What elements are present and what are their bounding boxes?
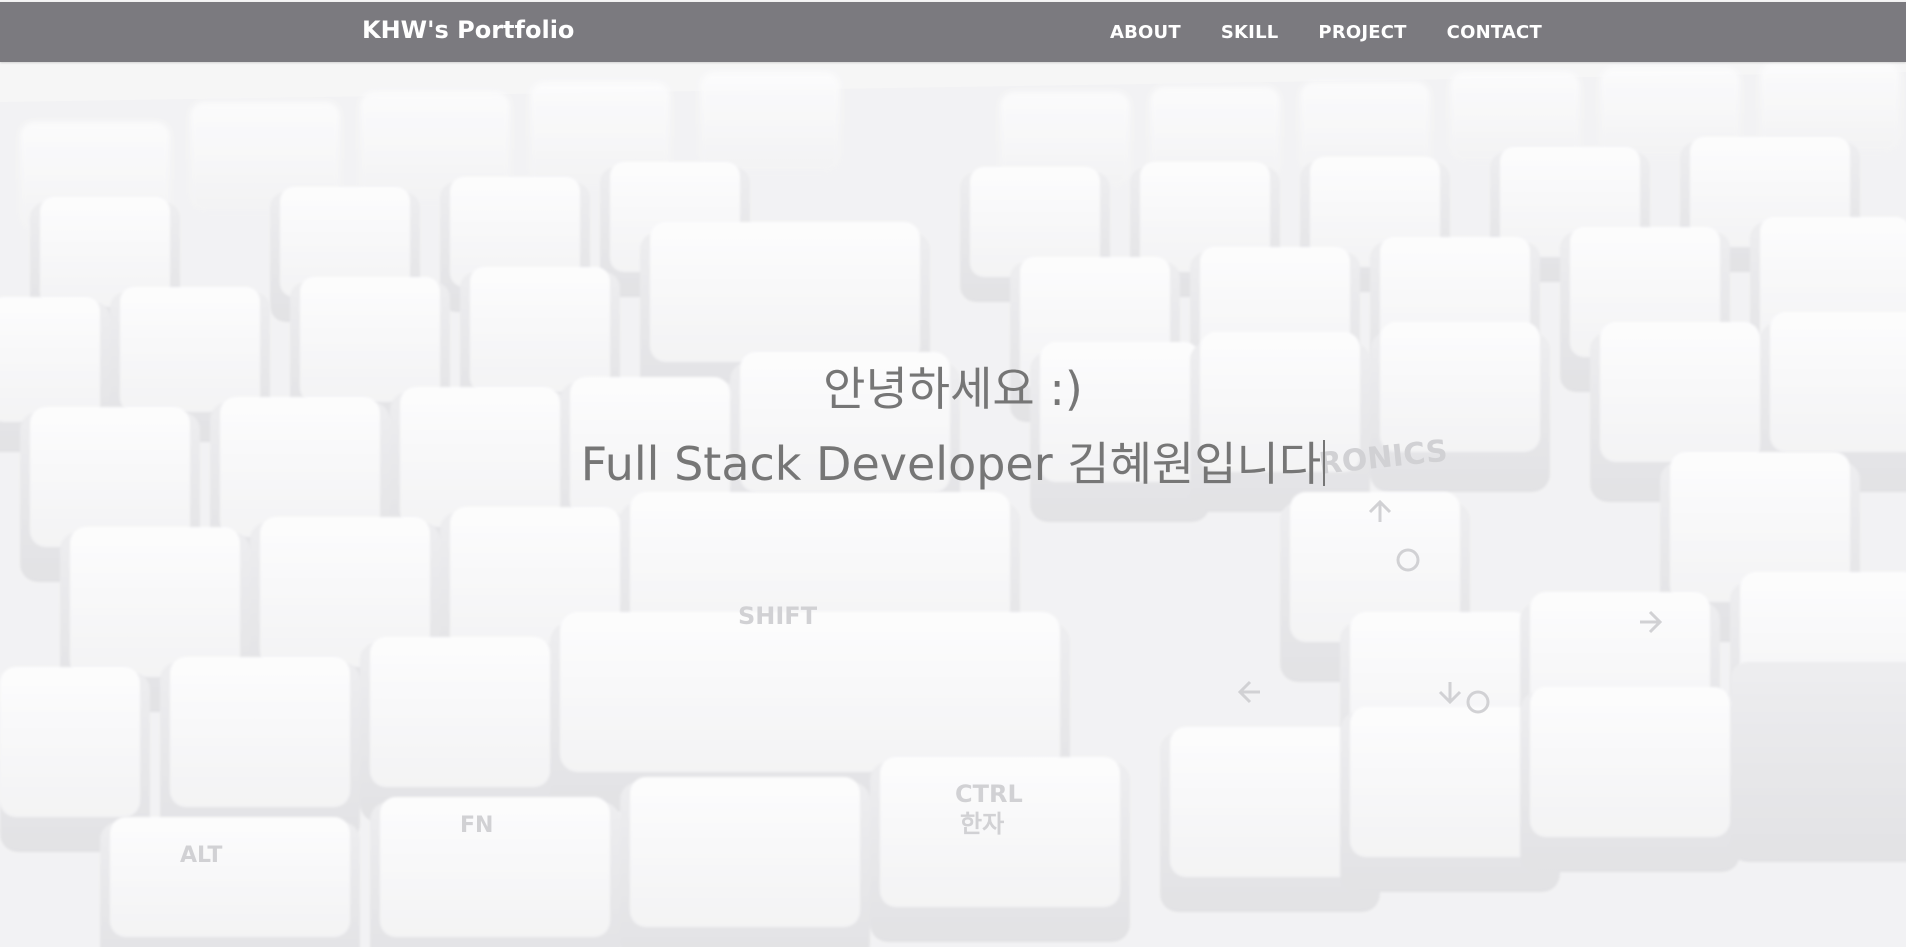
- nav-link-skill[interactable]: SKILL: [1221, 22, 1279, 43]
- portfolio-page: KHW's Portfolio ABOUT SKILL PROJECT CONT…: [0, 0, 1906, 947]
- typing-cursor: [1323, 440, 1326, 487]
- brand-logo-link[interactable]: KHW's Portfolio: [362, 16, 574, 44]
- nav-link-project[interactable]: PROJECT: [1318, 22, 1406, 43]
- hero-greeting: 안녕하세요 :): [823, 362, 1083, 416]
- navbar: KHW's Portfolio ABOUT SKILL PROJECT CONT…: [0, 2, 1906, 62]
- hero-text: 안녕하세요 :) Full Stack Developer 김혜원입니다: [0, 362, 1906, 492]
- nav-link-contact[interactable]: CONTACT: [1447, 22, 1542, 43]
- hero-intro-line: Full Stack Developer 김혜원입니다: [0, 437, 1906, 492]
- hero-section: SHIFT CTRL 한자 FN ALT RONICS 안녕하세요 :) Ful…: [0, 62, 1906, 947]
- nav-links: ABOUT SKILL PROJECT CONTACT: [1110, 22, 1582, 43]
- hero-overlay: [0, 62, 1906, 947]
- hero-intro-text: Full Stack Developer 김혜원입니다: [580, 437, 1322, 492]
- nav-link-about[interactable]: ABOUT: [1110, 22, 1181, 43]
